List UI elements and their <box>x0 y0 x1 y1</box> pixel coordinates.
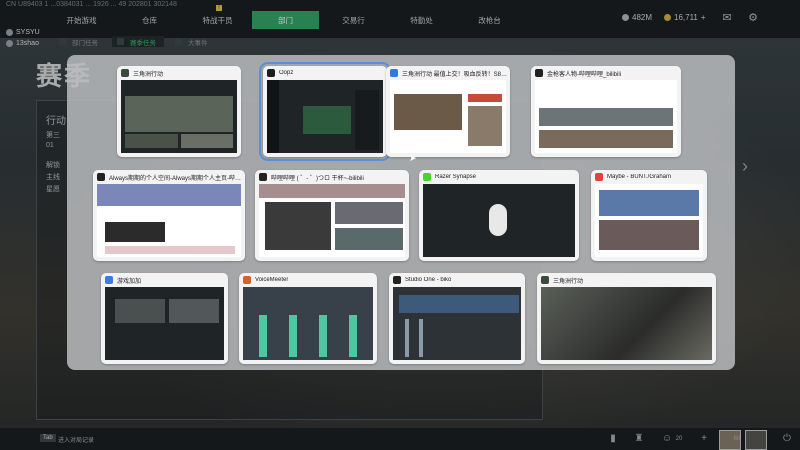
task-switcher: 三角洲行动 Oopz 三角洲行动 最值上交！吸血反转！S8赛季任务优… 金枪客人… <box>67 55 735 370</box>
window-preview <box>595 184 703 257</box>
studio-one-icon <box>393 276 401 284</box>
window-thumb-oopz[interactable]: Oopz <box>259 62 391 161</box>
edge-icon <box>390 69 398 77</box>
window-thumb-edge-video[interactable]: 三角洲行动 最值上交！吸血反转！S8赛季任务优… <box>386 66 510 157</box>
mouse-cursor-icon: ➤ <box>409 153 417 163</box>
game-icon <box>541 276 549 284</box>
game-plus-icon <box>105 276 113 284</box>
window-preview <box>423 184 575 257</box>
voicemeeter-icon <box>243 276 251 284</box>
music-icon <box>595 173 603 181</box>
window-thumb-delta-force-game[interactable]: 三角洲行动 <box>537 273 716 364</box>
window-thumb-delta-force[interactable]: 三角洲行动 <box>117 66 241 157</box>
window-preview <box>393 287 521 360</box>
window-preview <box>243 287 373 360</box>
bilibili-icon <box>259 173 267 181</box>
window-preview <box>390 80 506 153</box>
oopz-icon <box>267 69 275 77</box>
razer-icon <box>423 173 431 181</box>
window-thumb-bilibili-search[interactable]: 金枪客人物-哔哩哔哩_bilibili <box>531 66 681 157</box>
window-thumb-bilibili-space[interactable]: Always期期的个人空间-Always期期个人主页-哔哩… <box>93 170 245 261</box>
window-preview <box>121 80 237 153</box>
window-preview <box>259 184 405 257</box>
window-preview <box>105 287 224 360</box>
window-thumb-studio-one[interactable]: Studio One - biko <box>389 273 525 364</box>
window-thumb-bilibili-home[interactable]: 哔哩哔哩 ( ゜- ゜)つロ 干杯~-bilibili <box>255 170 409 261</box>
window-preview <box>535 80 677 153</box>
window-preview <box>541 287 712 360</box>
game-icon <box>121 69 129 77</box>
window-thumb-razer-synapse[interactable]: Razer Synapse <box>419 170 579 261</box>
bilibili-icon <box>97 173 105 181</box>
window-preview <box>267 80 383 153</box>
bilibili-icon <box>535 69 543 77</box>
window-thumb-game-plus[interactable]: 游戏加加 <box>101 273 228 364</box>
window-thumb-voicemeeter[interactable]: VoiceMeeter <box>239 273 377 364</box>
window-thumb-music-player[interactable]: Maybe - BUNT./Graham <box>591 170 707 261</box>
window-preview <box>97 184 241 257</box>
